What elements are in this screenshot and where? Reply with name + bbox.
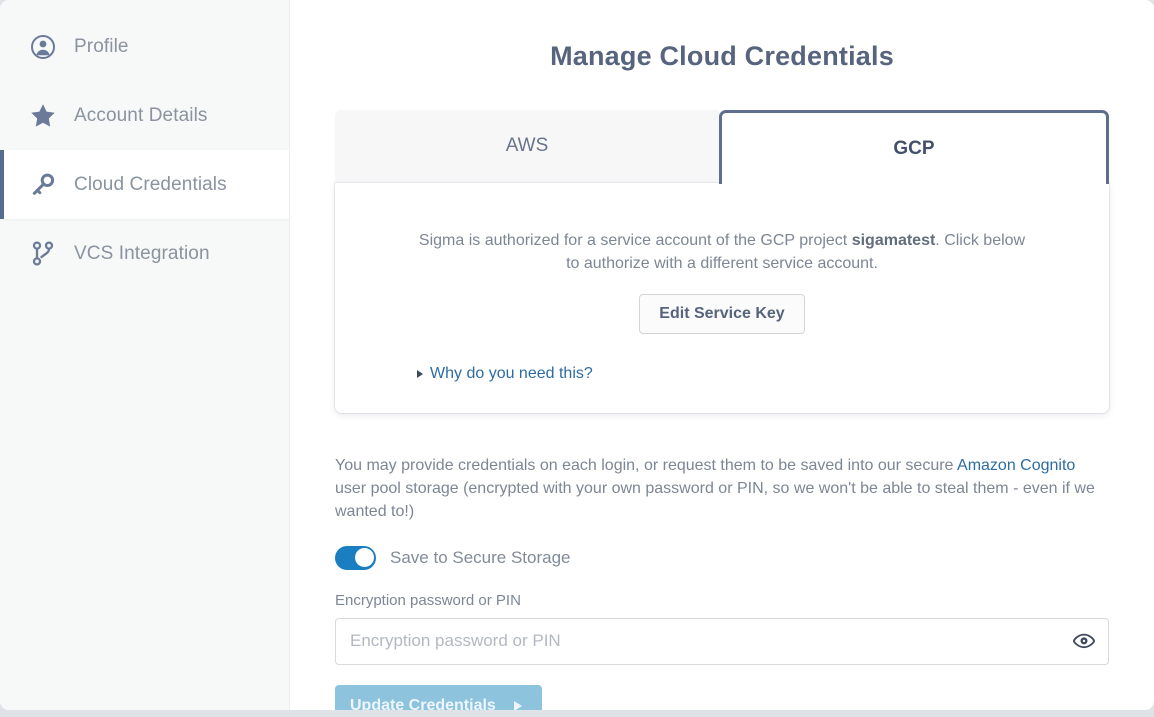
secure-storage-section: You may provide credentials on each logi… [335,455,1109,710]
tab-gcp[interactable]: GCP [719,110,1109,184]
sidebar-item-label: Account Details [74,104,208,126]
page-title: Manage Cloud Credentials [550,41,894,71]
why-link-label: Why do you need this? [430,365,593,383]
save-to-secure-storage-toggle[interactable] [335,545,376,570]
secure-storage-description: You may provide credentials on each logi… [335,455,1109,523]
app-window: Profile Account Details Cloud Credential… [0,0,1154,710]
sidebar: Profile Account Details Cloud Credential… [0,0,290,710]
star-icon [28,103,58,128]
play-arrow-icon [513,700,522,710]
sidebar-item-label: VCS Integration [74,242,210,264]
sidebar-item-cloud-credentials[interactable]: Cloud Credentials [0,150,289,219]
amazon-cognito-link[interactable]: Amazon Cognito [957,457,1075,474]
user-circle-icon [28,34,58,59]
sidebar-item-profile[interactable]: Profile [0,12,289,81]
update-credentials-button[interactable]: Update Credentials [335,684,542,710]
gcp-panel: Sigma is authorized for a service accoun… [335,183,1109,414]
sidebar-item-label: Profile [74,35,129,57]
panel-desc-before: Sigma is authorized for a service accoun… [418,232,852,249]
encryption-password-input[interactable] [335,617,1109,665]
main-content: Manage Cloud Credentials AWS GCP Sigma i… [290,0,1154,710]
tab-aws[interactable]: AWS [335,110,719,183]
sidebar-item-vcs-integration[interactable]: VCS Integration [0,219,289,288]
lower-desc-part2: user pool storage (encrypted with your o… [335,480,1095,520]
sidebar-item-account-details[interactable]: Account Details [0,81,289,150]
encryption-password-label: Encryption password or PIN [335,591,521,609]
eye-icon[interactable] [1073,633,1095,649]
key-icon [28,172,58,197]
panel-description: Sigma is authorized for a service accoun… [413,229,1031,275]
gcp-project-name: sigamatest [851,232,936,249]
edit-service-key-row: Edit Service Key [371,294,1073,335]
edit-service-key-button[interactable]: Edit Service Key [639,294,805,335]
why-do-you-need-this-link[interactable]: Why do you need this? [417,365,593,383]
save-to-secure-storage-row: Save to Secure Storage [335,545,1109,570]
sidebar-item-label: Cloud Credentials [74,173,227,195]
update-credentials-label: Update Credentials [350,696,496,710]
disclosure-triangle-icon [417,370,423,379]
toggle-knob [354,548,374,568]
lower-desc-part1: You may provide credentials on each logi… [335,457,958,475]
save-to-secure-storage-label: Save to Secure Storage [390,547,571,567]
tab-bar: AWS GCP [335,110,1109,184]
encryption-password-field-wrap [335,617,1109,665]
git-branch-icon [28,241,58,266]
